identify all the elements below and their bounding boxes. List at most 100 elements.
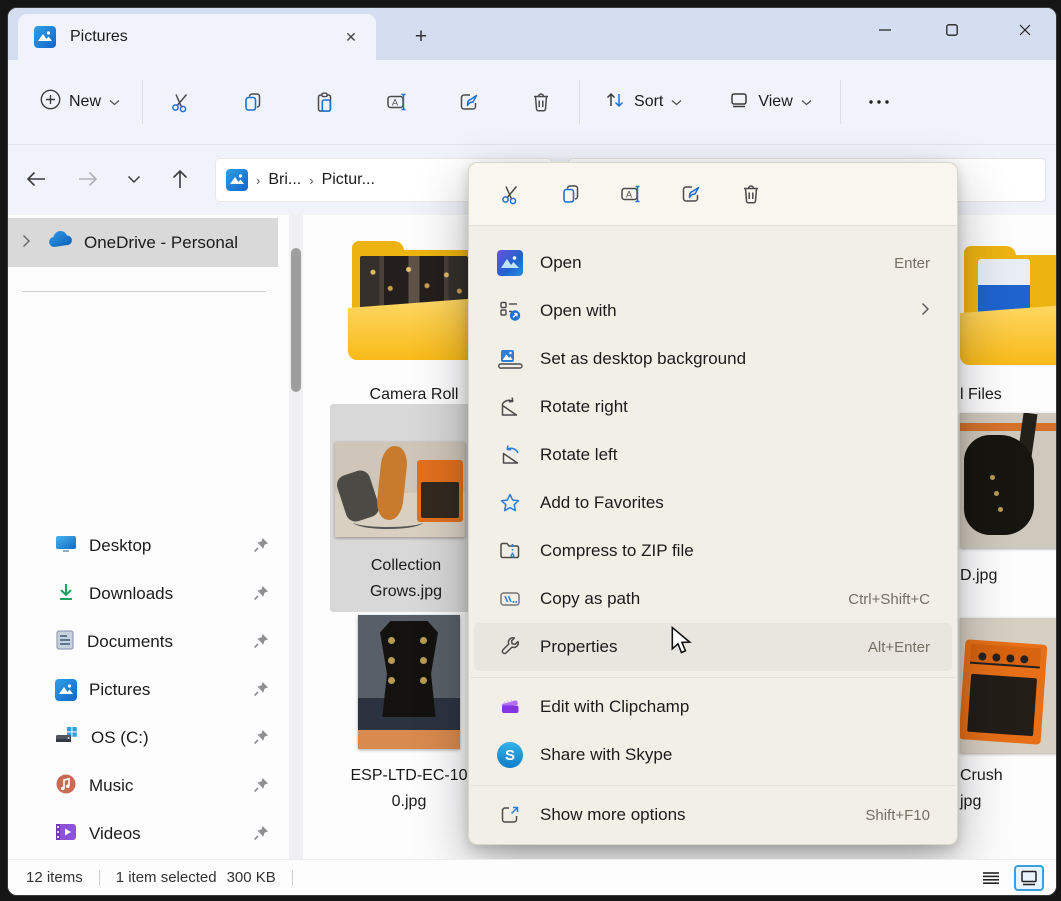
sidebar-item-pictures[interactable]: Pictures	[8, 666, 278, 714]
clipchamp-icon	[497, 694, 523, 720]
menu-item-properties[interactable]: Properties Alt+Enter	[474, 623, 952, 671]
menu-item-copy-as-path[interactable]: Copy as path Ctrl+Shift+C	[474, 575, 952, 623]
menu-item-rotate-right[interactable]: Rotate right	[474, 383, 952, 431]
new-button-label: New	[69, 93, 101, 111]
onedrive-cloud-icon	[46, 230, 74, 255]
selection-size: 300 KB	[227, 869, 276, 886]
toolbar-separator	[142, 80, 143, 124]
menu-item-label: Edit with Clipchamp	[540, 697, 689, 717]
menu-item-open[interactable]: Open Enter	[474, 239, 952, 287]
sort-button[interactable]: Sort	[594, 78, 692, 126]
file-label-line: 0.jpg	[330, 789, 488, 815]
sidebar-item-documents[interactable]: Documents	[8, 618, 278, 666]
sidebar-item-label: Videos	[89, 824, 278, 844]
sidebar-item-music[interactable]: Music	[8, 762, 278, 810]
menu-item-compress-zip[interactable]: Compress to ZIP file	[474, 527, 952, 575]
close-button[interactable]	[996, 8, 1054, 52]
sidebar-item-desktop[interactable]: Desktop	[8, 522, 278, 570]
chevron-down-icon	[109, 93, 120, 111]
menu-item-label: Add to Favorites	[540, 493, 664, 513]
minimize-button[interactable]	[856, 8, 914, 52]
file-item-esp-ltd[interactable]	[358, 615, 460, 749]
sidebar-separator	[22, 291, 266, 292]
sidebar-item-downloads[interactable]: Downloads	[8, 570, 278, 618]
file-label[interactable]: l Files	[960, 382, 1020, 408]
copy-button[interactable]	[231, 78, 275, 126]
context-menu-quick-actions: A	[469, 163, 957, 226]
delete-button[interactable]	[519, 78, 563, 126]
paste-button[interactable]	[303, 78, 347, 126]
tab-pictures[interactable]: Pictures ✕	[18, 14, 376, 60]
share-icon[interactable]	[661, 171, 721, 217]
new-tab-button[interactable]: +	[406, 22, 436, 52]
sidebar-item-videos[interactable]: Videos	[8, 810, 278, 858]
tab-close-icon[interactable]: ✕	[338, 24, 364, 50]
menu-separator	[471, 677, 955, 678]
up-icon[interactable]	[160, 159, 200, 199]
desktop-background-icon	[497, 346, 523, 372]
new-button[interactable]: New	[30, 78, 130, 126]
sidebar-item-label: Downloads	[89, 584, 278, 604]
file-item-crush[interactable]	[960, 618, 1057, 753]
file-label-line: Collection	[330, 553, 482, 579]
file-label[interactable]: ESP-LTD-EC-10 0.jpg	[330, 763, 488, 815]
cut-icon[interactable]	[481, 171, 541, 217]
file-label[interactable]: Collection Grows.jpg	[330, 553, 482, 605]
rotate-right-icon	[497, 394, 523, 420]
view-button[interactable]: View	[718, 78, 821, 126]
items-count: 12 items	[26, 869, 83, 886]
file-item-folder-files[interactable]	[960, 245, 1057, 365]
breadcrumb-item[interactable]: Bri...	[268, 171, 301, 189]
more-options-icon[interactable]	[857, 78, 901, 126]
rename-button[interactable]: A	[375, 78, 419, 126]
videos-icon	[55, 822, 77, 847]
forward-icon[interactable]	[68, 159, 108, 199]
file-explorer-window: Pictures ✕ + New	[7, 7, 1057, 896]
thumbnail-view-icon[interactable]	[1014, 865, 1044, 891]
file-item-guitar[interactable]	[960, 413, 1057, 548]
view-icon	[728, 89, 750, 116]
menu-item-show-more-options[interactable]: Show more options Shift+F10	[474, 791, 952, 839]
sidebar-scrollbar[interactable]	[289, 215, 303, 859]
svg-text:A: A	[392, 98, 398, 108]
file-item-camera-roll[interactable]	[348, 240, 480, 360]
zip-folder-icon	[497, 538, 523, 564]
plus-circle-icon	[40, 89, 61, 115]
menu-item-open-with[interactable]: Open with	[474, 287, 952, 335]
sidebar-item-onedrive[interactable]: OneDrive - Personal	[8, 218, 278, 267]
scrollbar-thumb[interactable]	[291, 248, 301, 392]
pictures-app-icon	[226, 169, 248, 191]
file-label[interactable]: Crush jpg	[960, 763, 1040, 815]
breadcrumb-item[interactable]: Pictur...	[322, 171, 375, 189]
menu-item-add-to-favorites[interactable]: Add to Favorites	[474, 479, 952, 527]
pin-icon	[252, 584, 270, 607]
sidebar-item-os-c[interactable]: OS (C:)	[8, 714, 278, 762]
file-label[interactable]: D.jpg	[960, 563, 1030, 589]
menu-item-rotate-left[interactable]: Rotate left	[474, 431, 952, 479]
chevron-right-icon[interactable]	[22, 234, 36, 251]
file-label-line: Crush	[960, 763, 1040, 789]
menu-item-edit-with-clipchamp[interactable]: Edit with Clipchamp	[474, 683, 952, 731]
file-label-line: ESP-LTD-EC-10	[330, 763, 488, 789]
file-item-collection-grows[interactable]	[335, 442, 465, 537]
menu-item-share-with-skype[interactable]: S Share with Skype	[474, 731, 952, 779]
share-button[interactable]	[447, 78, 491, 126]
details-view-icon[interactable]	[976, 865, 1006, 891]
copy-icon[interactable]	[541, 171, 601, 217]
chevron-down-icon	[671, 93, 682, 111]
sidebar-item-label: OS (C:)	[91, 728, 278, 748]
cut-button[interactable]	[159, 78, 203, 126]
desktop-icon	[55, 534, 77, 559]
documents-icon	[55, 629, 75, 656]
show-more-options-icon	[497, 802, 523, 828]
rename-icon[interactable]: A	[601, 171, 661, 217]
maximize-button[interactable]	[923, 8, 981, 52]
folder-thumbnail	[960, 245, 1057, 365]
toolbar-separator	[840, 80, 841, 124]
folder-thumbnail	[348, 240, 480, 360]
back-icon[interactable]	[16, 159, 56, 199]
delete-icon[interactable]	[721, 171, 781, 217]
recent-locations-chevron-icon[interactable]	[114, 159, 154, 199]
menu-item-set-desktop-background[interactable]: Set as desktop background	[474, 335, 952, 383]
menu-item-shortcut: Shift+F10	[865, 807, 930, 824]
